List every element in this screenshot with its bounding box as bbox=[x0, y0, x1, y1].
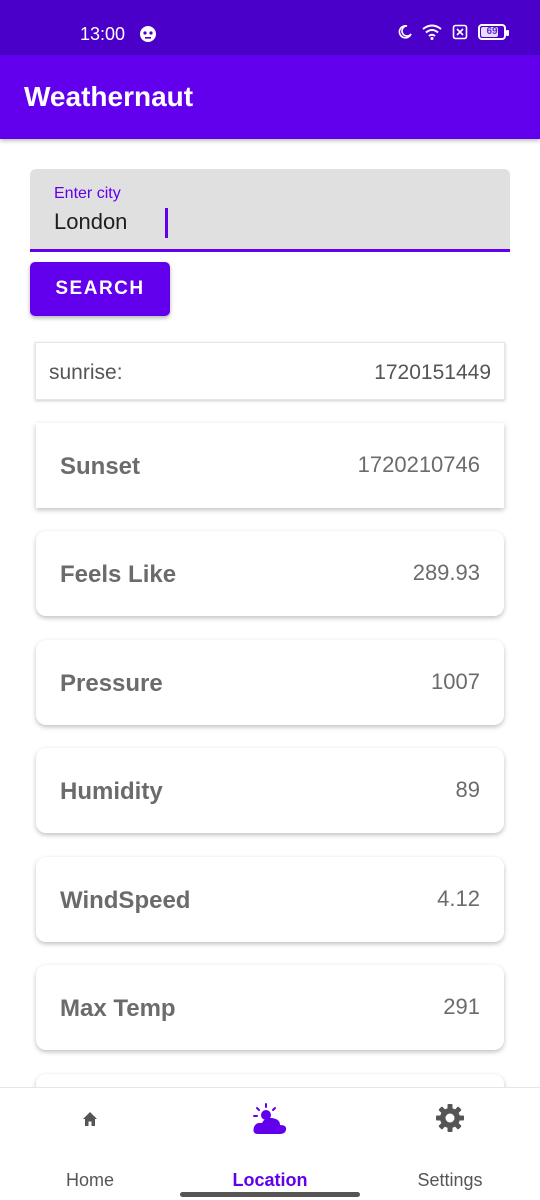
nav-label-home: Home bbox=[65, 1170, 114, 1190]
humidity-value: 89 bbox=[455, 777, 480, 802]
pressure-label: Pressure bbox=[60, 670, 163, 697]
battery-level: 69 bbox=[486, 26, 498, 37]
wifi-icon bbox=[422, 24, 442, 40]
battery-icon: 69 bbox=[478, 24, 509, 40]
nav-item-home[interactable]: Home bbox=[0, 1088, 180, 1200]
feels-like-card: Feels Like 289.93 bbox=[36, 531, 504, 616]
gesture-bar[interactable] bbox=[180, 1192, 360, 1197]
sunset-value: 1720210746 bbox=[357, 452, 480, 477]
home-icon bbox=[83, 1112, 97, 1126]
sunrise-label: sunrise: bbox=[49, 361, 123, 384]
max-temp-value: 291 bbox=[443, 994, 480, 1019]
status-icons: 69 bbox=[398, 24, 509, 40]
app-title: Weathernaut bbox=[24, 81, 194, 112]
sunset-label: Sunset bbox=[60, 453, 141, 480]
windspeed-value: 4.12 bbox=[437, 886, 480, 911]
max-temp-label: Max Temp bbox=[60, 995, 176, 1022]
max-temp-card: Max Temp 291 bbox=[36, 965, 504, 1050]
sunrise-value: 1720151449 bbox=[374, 361, 491, 384]
sunrise-row: sunrise: 1720151449 bbox=[35, 342, 505, 400]
bottom-navigation: Home Location Settings bbox=[0, 1087, 540, 1200]
text-caret bbox=[165, 208, 168, 238]
nav-item-settings[interactable]: Settings bbox=[360, 1088, 540, 1200]
nav-label-settings: Settings bbox=[417, 1170, 483, 1190]
feels-like-value: 289.93 bbox=[412, 560, 480, 585]
city-input-field[interactable]: Enter city bbox=[30, 169, 510, 252]
moon-icon bbox=[398, 25, 412, 39]
humidity-card: Humidity 89 bbox=[36, 748, 504, 833]
app-bar: Weathernaut bbox=[0, 55, 540, 139]
nav-label-location: Location bbox=[232, 1170, 308, 1190]
windspeed-card: WindSpeed 4.12 bbox=[36, 857, 504, 942]
feels-like-label: Feels Like bbox=[60, 561, 177, 588]
status-bar: 13:00 69 bbox=[0, 0, 540, 55]
search-button[interactable]: SEARCH bbox=[30, 262, 170, 316]
gear-icon bbox=[436, 1104, 464, 1132]
city-input[interactable] bbox=[54, 209, 474, 235]
pressure-value: 1007 bbox=[431, 669, 480, 694]
sunset-card: Sunset 1720210746 bbox=[36, 423, 504, 508]
humidity-label: Humidity bbox=[60, 778, 163, 805]
cloud-sun-icon bbox=[253, 1103, 287, 1134]
notification-face-icon bbox=[140, 26, 156, 42]
status-time: 13:00 bbox=[80, 24, 126, 44]
city-input-label: Enter city bbox=[54, 185, 121, 202]
windspeed-label: WindSpeed bbox=[60, 887, 191, 914]
sim-off-icon bbox=[452, 24, 468, 40]
pressure-card: Pressure 1007 bbox=[36, 640, 504, 725]
nav-item-location[interactable]: Location bbox=[180, 1088, 360, 1200]
